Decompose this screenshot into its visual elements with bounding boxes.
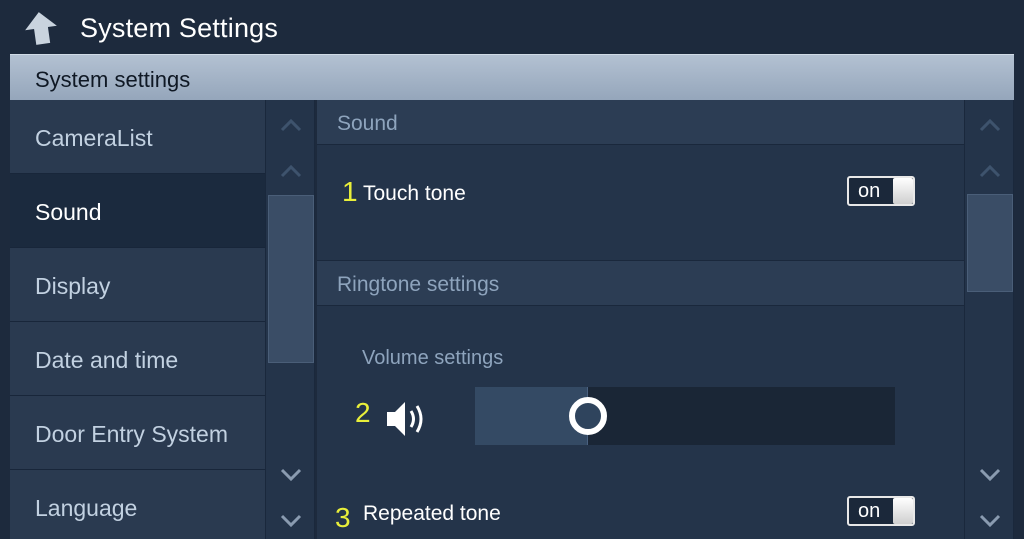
settings-category-list: CameraList Sound Display Date and time D… (10, 100, 265, 539)
back-button[interactable] (22, 10, 60, 46)
chevron-up-icon (979, 164, 1001, 178)
touch-tone-toggle[interactable]: on (847, 176, 915, 206)
sidebar-item-cameralist[interactable]: CameraList (10, 100, 265, 174)
sidebar-item-display[interactable]: Display (10, 248, 265, 322)
sidebar-item-language[interactable]: Language (10, 470, 265, 539)
back-arrow-icon (25, 12, 57, 45)
scroll-up-button[interactable] (965, 156, 1015, 186)
sound-settings-panel: Sound 1 Touch tone on Ringtone settings … (317, 100, 964, 539)
toggle-knob (893, 498, 913, 524)
repeated-tone-label: Repeated tone (363, 502, 501, 525)
sidebar-item-date-and-time[interactable]: Date and time (10, 322, 265, 396)
sidebar-item-label: CameraList (35, 125, 153, 151)
toggle-state-label: on (858, 180, 881, 202)
sidebar-item-label: Language (35, 495, 138, 521)
sidebar-scrollbar[interactable] (265, 100, 315, 539)
chevron-down-icon (280, 468, 302, 482)
touch-tone-label: Touch tone (363, 182, 466, 205)
volume-slider[interactable] (475, 387, 895, 445)
chevron-down-icon (979, 468, 1001, 482)
panel-header: System settings (10, 54, 1014, 100)
content-scrollbar[interactable] (964, 100, 1014, 539)
scroll-thumb[interactable] (268, 195, 314, 363)
repeated-tone-toggle[interactable]: on (847, 496, 915, 526)
annotation-number-3: 3 (335, 502, 351, 533)
sidebar-item-label: Display (35, 273, 111, 299)
section-title: Ringtone settings (337, 273, 500, 296)
title-bar: System Settings (0, 0, 1024, 54)
scroll-bottom-button[interactable] (266, 506, 316, 536)
sidebar-item-label: Date and time (35, 347, 179, 373)
chevron-down-icon (979, 514, 1001, 528)
sidebar-item-label: Sound (35, 199, 102, 225)
scroll-thumb[interactable] (967, 194, 1013, 292)
panel-title: System settings (35, 67, 191, 92)
app-title: System Settings (80, 13, 279, 43)
toggle-knob (893, 178, 913, 204)
chevron-up-icon (979, 118, 1001, 132)
chevron-up-icon (280, 164, 302, 178)
speaker-icon (387, 402, 423, 436)
scroll-down-button[interactable] (965, 460, 1015, 490)
section-title: Sound (337, 112, 398, 135)
toggle-state-label: on (858, 500, 881, 522)
scroll-top-button[interactable] (965, 110, 1015, 140)
scroll-bottom-button[interactable] (965, 506, 1015, 536)
section-header-ringtone: Ringtone settings (317, 261, 964, 306)
annotation-number-1: 1 (342, 176, 358, 207)
sidebar-item-sound[interactable]: Sound (10, 174, 265, 248)
scroll-top-button[interactable] (266, 110, 316, 140)
section-header-sound: Sound (317, 100, 964, 145)
annotation-number-2: 2 (355, 397, 371, 428)
volume-settings-label: Volume settings (362, 347, 504, 369)
volume-slider-handle[interactable] (569, 397, 607, 435)
chevron-down-icon (280, 514, 302, 528)
sidebar-item-door-entry-system[interactable]: Door Entry System (10, 396, 265, 470)
scroll-up-button[interactable] (266, 156, 316, 186)
scroll-down-button[interactable] (266, 460, 316, 490)
chevron-up-icon (280, 118, 302, 132)
sidebar-item-label: Door Entry System (35, 421, 228, 447)
